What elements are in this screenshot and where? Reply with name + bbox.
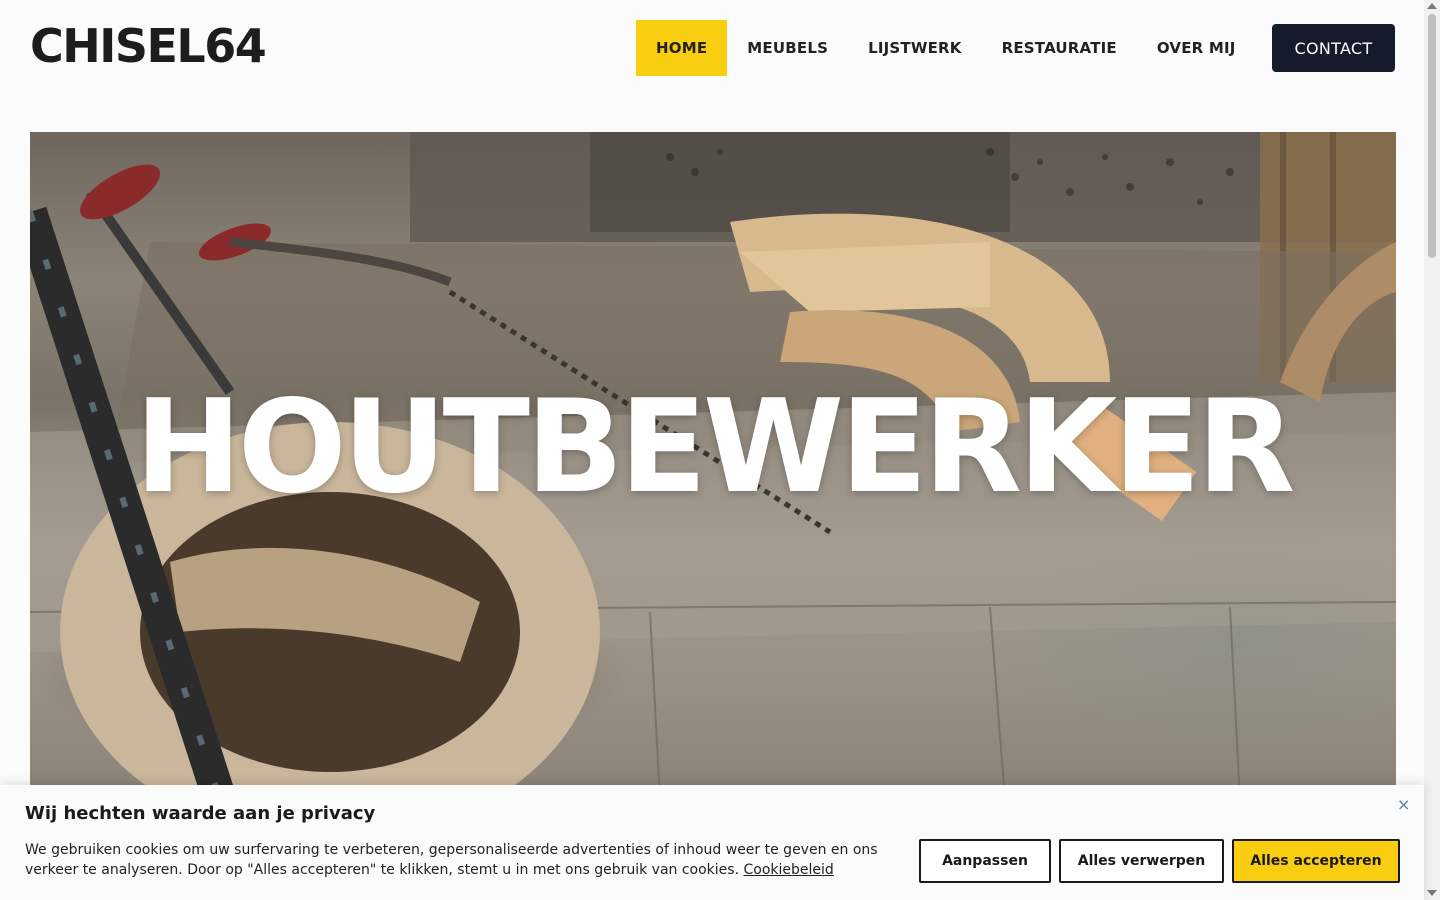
cookie-banner-text: We gebruiken cookies om uw surfervaring … bbox=[25, 840, 895, 880]
nav-item-over-mij[interactable]: OVER MIJ bbox=[1137, 20, 1256, 76]
nav-item-lijstwerk[interactable]: LIJSTWERK bbox=[848, 20, 982, 76]
close-icon[interactable]: × bbox=[1397, 795, 1410, 814]
reject-all-button[interactable]: Alles verwerpen bbox=[1059, 839, 1224, 883]
main-nav: HOME MEUBELS LIJSTWERK RESTAURATIE OVER … bbox=[636, 20, 1256, 76]
nav-item-home[interactable]: HOME bbox=[636, 20, 728, 76]
nav-item-meubels[interactable]: MEUBELS bbox=[727, 20, 848, 76]
page-scrollbar[interactable] bbox=[1424, 0, 1440, 900]
nav-item-restauratie[interactable]: RESTAURATIE bbox=[982, 20, 1137, 76]
customize-button[interactable]: Aanpassen bbox=[919, 839, 1051, 883]
cookie-banner: Wij hechten waarde aan je privacy We geb… bbox=[0, 785, 1424, 900]
cookie-banner-title: Wij hechten waarde aan je privacy bbox=[25, 803, 376, 824]
scroll-thumb[interactable] bbox=[1428, 14, 1436, 258]
accept-all-button[interactable]: Alles accepteren bbox=[1232, 839, 1400, 883]
site-logo[interactable]: CHISEL64 bbox=[30, 18, 267, 74]
cookie-policy-link[interactable]: Cookiebeleid bbox=[743, 862, 833, 878]
hero-title: HOUTBEWERKER bbox=[134, 373, 1296, 522]
contact-button[interactable]: CONTACT bbox=[1272, 24, 1395, 72]
scroll-down-icon[interactable] bbox=[1427, 890, 1437, 896]
site-header: CHISEL64 HOME MEUBELS LIJSTWERK RESTAURA… bbox=[0, 0, 1424, 96]
hero-banner: HOUTBEWERKER bbox=[30, 132, 1396, 800]
scroll-up-icon[interactable] bbox=[1427, 3, 1437, 9]
